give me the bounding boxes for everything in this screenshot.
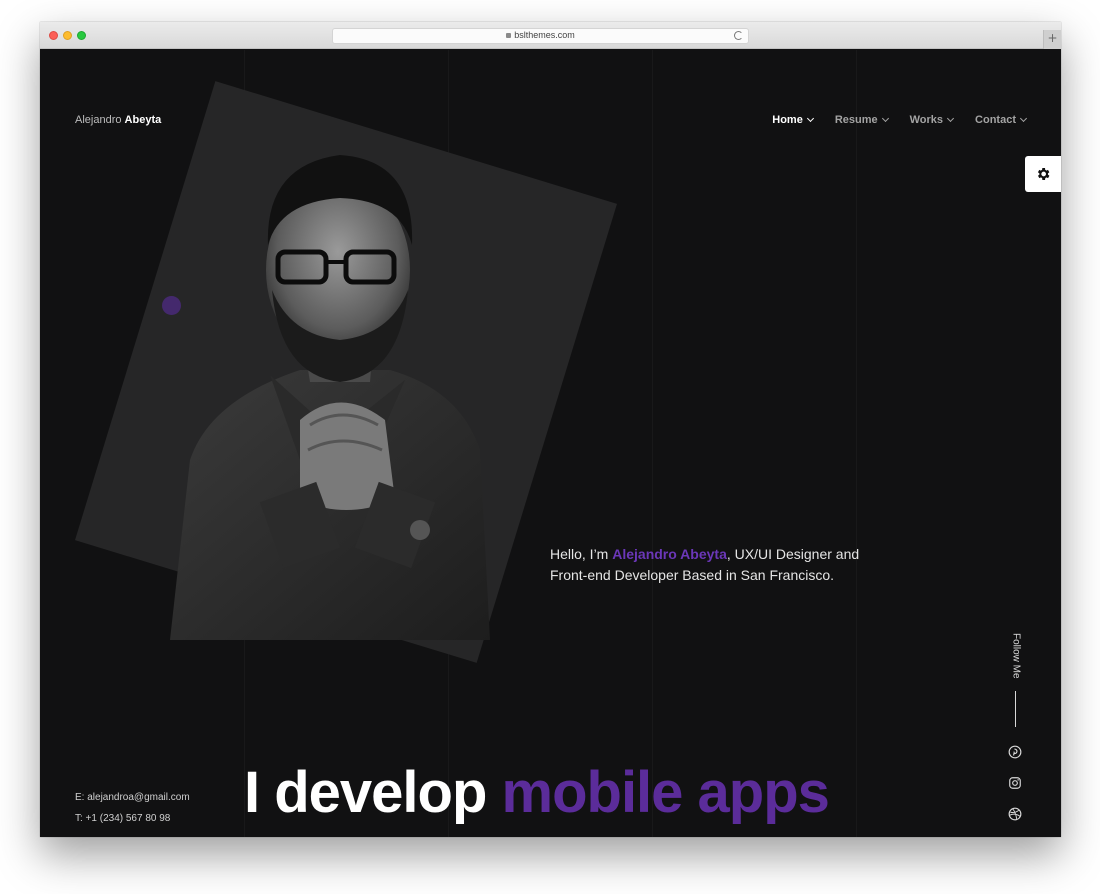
site-logo[interactable]: Alejandro Abeyta [75, 114, 161, 126]
grid-line [652, 50, 653, 837]
settings-button[interactable] [1025, 156, 1061, 192]
headline-purple: mobile apps [501, 760, 830, 825]
dribbble-icon[interactable] [1008, 807, 1022, 821]
chevron-down-icon [1019, 114, 1028, 123]
nav-label: Contact [975, 114, 1016, 126]
maximize-window-button[interactable] [77, 31, 86, 40]
lock-icon [506, 33, 512, 38]
contact-phone[interactable]: T: +1 (234) 567 80 98 [75, 808, 190, 829]
intro-text: Hello, I’m Alejandro Abeyta, UX/UI Desig… [550, 544, 880, 586]
chevron-down-icon [806, 114, 814, 123]
follow-label: Follow Me [1010, 633, 1022, 679]
logo-last-name: Abeyta [124, 114, 162, 126]
browser-window: bslthemes.com + Alejandro Abeyta Home Re… [40, 22, 1061, 837]
portrait-photo [170, 155, 490, 640]
nav-label: Home [772, 114, 803, 126]
grid-line [856, 50, 857, 837]
intro-prefix: Hello, I’m [550, 546, 613, 562]
page-content: Alejandro Abeyta Home Resume Works Conta… [40, 50, 1061, 837]
main-nav: Home Resume Works Contact [772, 114, 1028, 126]
browser-titlebar: bslthemes.com + [40, 22, 1061, 49]
headline-white: I develop [244, 760, 502, 825]
instagram-icon[interactable] [1008, 776, 1022, 790]
reload-icon[interactable] [734, 31, 743, 40]
gear-icon [1037, 168, 1050, 180]
contact-info: E: alejandroa@gmail.com T: +1 (234) 567 … [75, 787, 190, 829]
chevron-down-icon [947, 114, 955, 123]
nav-item-contact[interactable]: Contact [975, 114, 1028, 126]
logo-first-name: Alejandro [75, 114, 122, 126]
follow-me: Follow Me [1005, 633, 1027, 684]
address-bar[interactable]: bslthemes.com [332, 28, 749, 44]
nav-item-home[interactable]: Home [772, 114, 814, 126]
nav-item-resume[interactable]: Resume [834, 114, 889, 126]
new-tab-button[interactable]: + [1043, 30, 1061, 49]
hero-headline: I develop mobile apps [244, 764, 830, 822]
intro-name: Alejandro Abeyta [612, 546, 727, 562]
accent-dot [162, 296, 181, 315]
nav-label: Works [909, 114, 944, 126]
close-window-button[interactable] [49, 31, 58, 40]
chevron-down-icon [881, 114, 889, 123]
url-text: bslthemes.com [514, 30, 575, 40]
nav-label: Resume [834, 114, 878, 126]
nav-item-works[interactable]: Works [909, 114, 955, 126]
contact-email[interactable]: E: alejandroa@gmail.com [75, 787, 190, 808]
follow-divider [1015, 691, 1016, 727]
pinterest-icon[interactable] [1008, 745, 1022, 759]
minimize-window-button[interactable] [63, 31, 72, 40]
